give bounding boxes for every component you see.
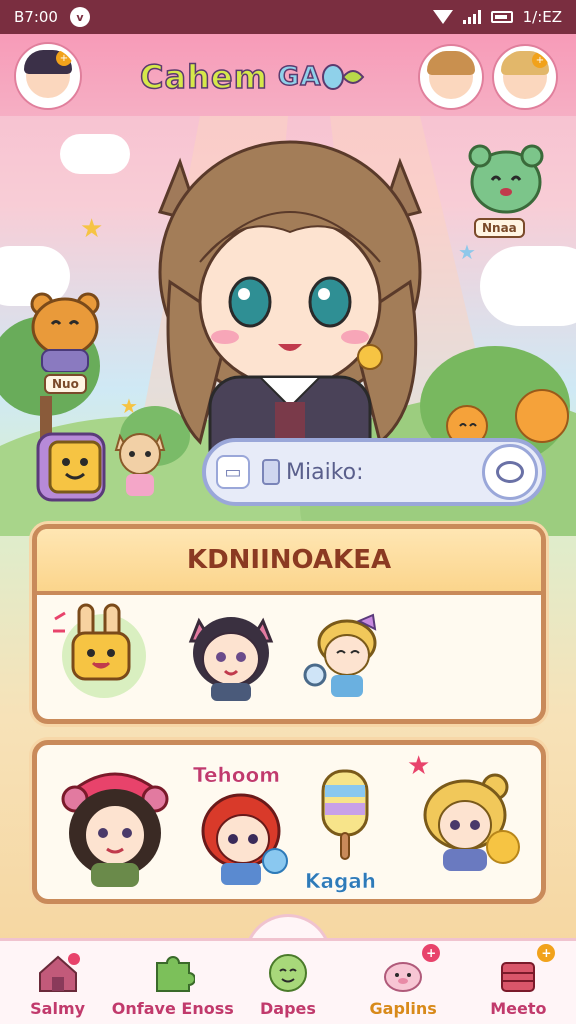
game-logo: Cahem GA: [139, 54, 410, 100]
panel-body: [37, 595, 541, 717]
character-name-label: Tehoom: [193, 763, 281, 788]
status-time: B7:00: [14, 8, 58, 26]
status-right-text: 1/:EZ: [522, 8, 562, 26]
status-right: 1/:EZ: [432, 8, 562, 26]
game-title-part1: Cahem: [139, 57, 268, 97]
pig-icon: [384, 962, 423, 992]
red-hat-girl-character-card[interactable]: [55, 759, 175, 889]
bear-character[interactable]: [30, 292, 100, 372]
friend-face-icon: [427, 51, 475, 99]
book-monster-character[interactable]: [34, 424, 110, 504]
battery-icon: [490, 11, 513, 23]
star-icon: ★: [80, 214, 104, 244]
nav-label: Onfave Enoss: [111, 999, 234, 1018]
orange-fruit-character: [515, 389, 569, 443]
signal-icon: [462, 10, 481, 24]
chat-bubble-icon: [496, 461, 524, 483]
notification-badge: +: [422, 944, 441, 962]
panel-title: KDNIINOAKEA: [37, 529, 541, 595]
chat-button[interactable]: [482, 444, 538, 500]
nav-item-characters[interactable]: Dapes: [233, 938, 343, 1024]
player-avatar-button[interactable]: +: [16, 44, 80, 108]
status-left: B7:00 v: [14, 7, 90, 27]
nav-label: Dapes: [260, 999, 316, 1018]
top-header: + Cahem GA +: [0, 34, 576, 116]
star-icon: ★: [458, 240, 476, 264]
popsicle-icon[interactable]: [315, 767, 375, 863]
character-tag: Nnaa: [474, 218, 525, 238]
game-title-part2: GA: [277, 61, 322, 93]
cat-girl-character[interactable]: [112, 426, 168, 500]
nav-label: Salmy: [30, 999, 86, 1018]
profile-badge: +: [532, 52, 548, 68]
status-bar: B7:00 v 1/:EZ: [0, 0, 576, 34]
red-hair-girl-character-card[interactable]: [191, 787, 301, 887]
main-character[interactable]: [140, 122, 440, 482]
star-icon: ★: [120, 394, 138, 418]
blonde-girl-character-card[interactable]: [415, 769, 525, 879]
avatar-badge: +: [56, 50, 72, 66]
puzzle-icon: [155, 956, 195, 992]
nav-label: Meeto: [490, 999, 547, 1018]
notification-icon: v: [69, 7, 90, 27]
notification-badge: +: [537, 944, 556, 962]
green-face-icon: [268, 954, 307, 992]
green-monster-character[interactable]: [466, 140, 546, 220]
nav-item-puzzle[interactable]: Onfave Enoss: [112, 938, 234, 1024]
character-panel-2: Tehoom Kagah ★: [32, 740, 546, 904]
cloud: [480, 246, 576, 326]
character-tag: Nuo: [44, 374, 87, 394]
nav-item-gaplins[interactable]: + Gaplins: [348, 938, 458, 1024]
cat-girl-character-card[interactable]: [181, 603, 281, 703]
chest-icon: [501, 962, 536, 992]
house-icon: [38, 953, 80, 992]
nav-label: Gaplins: [369, 999, 437, 1018]
leaf-icon: [322, 64, 365, 90]
nav-item-meeto[interactable]: + Meeto: [463, 938, 573, 1024]
cloud: [60, 134, 130, 174]
nav-item-home[interactable]: Salmy: [3, 938, 113, 1024]
bag-icon[interactable]: ▭: [216, 455, 250, 489]
character-panel-1: KDNIINOAKEA: [32, 524, 546, 724]
bottle-icon: [262, 459, 280, 485]
bunny-character-card[interactable]: [49, 601, 149, 701]
blonde-boy-character-card[interactable]: [299, 603, 399, 703]
search-bar[interactable]: ▭ Miaiko:: [202, 438, 546, 506]
wifi-icon: [432, 10, 453, 24]
friend-avatar-button[interactable]: [420, 46, 482, 108]
bottom-nav: Salmy Onfave Enoss Dapes + Gaplins + Mee…: [0, 938, 576, 1024]
character-name-label: Kagah: [305, 869, 377, 894]
profile-avatar-button[interactable]: +: [494, 46, 556, 108]
search-input[interactable]: Miaiko:: [286, 460, 482, 485]
